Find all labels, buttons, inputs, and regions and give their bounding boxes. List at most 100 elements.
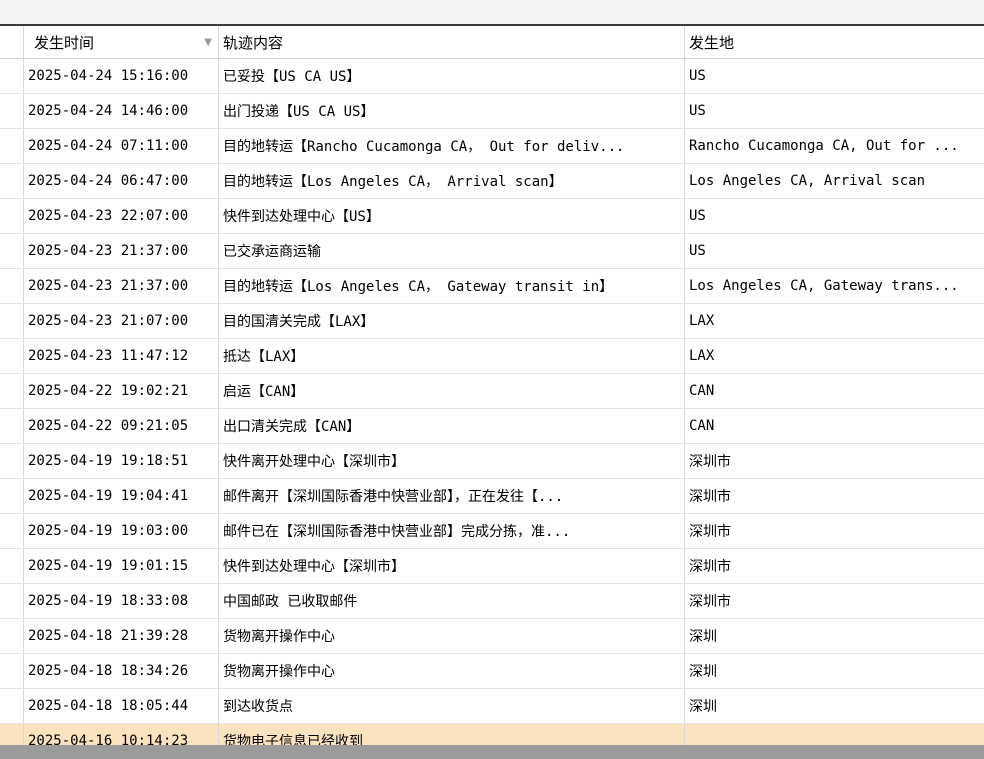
cell-time[interactable]: 2025-04-22 19:02:21 (24, 374, 219, 408)
table-row[interactable]: 2025-04-22 09:21:05 出口清关完成【CAN】 CAN (0, 409, 984, 444)
cell-content[interactable]: 已交承运商运输 (219, 234, 685, 268)
cell-time[interactable]: 2025-04-18 18:34:26 (24, 654, 219, 688)
cell-place[interactable]: CAN (685, 409, 984, 443)
row-indicator[interactable] (0, 59, 24, 93)
table-row[interactable]: 2025-04-23 21:37:00 目的地转运【Los Angeles CA，… (0, 269, 984, 304)
cell-time[interactable]: 2025-04-19 19:01:15 (24, 549, 219, 583)
column-header-time[interactable]: 发生时间 ▼ (24, 26, 219, 58)
cell-time[interactable]: 2025-04-23 21:37:00 (24, 269, 219, 303)
cell-place[interactable]: 深圳市 (685, 479, 984, 513)
row-indicator[interactable] (0, 269, 24, 303)
cell-place[interactable]: LAX (685, 339, 984, 373)
cell-content[interactable]: 出门投递【US CA US】 (219, 94, 685, 128)
cell-content[interactable]: 货物离开操作中心 (219, 654, 685, 688)
row-indicator[interactable] (0, 444, 24, 478)
table-row[interactable]: 2025-04-23 22:07:00 快件到达处理中心【US】 US (0, 199, 984, 234)
table-row[interactable]: 2025-04-19 19:01:15 快件到达处理中心【深圳市】 深圳市 (0, 549, 984, 584)
row-indicator[interactable] (0, 374, 24, 408)
table-row[interactable]: 2025-04-24 06:47:00 目的地转运【Los Angeles CA，… (0, 164, 984, 199)
table-row[interactable]: 2025-04-23 21:37:00 已交承运商运输 US (0, 234, 984, 269)
cell-time[interactable]: 2025-04-19 19:03:00 (24, 514, 219, 548)
table-row[interactable]: 2025-04-24 14:46:00 出门投递【US CA US】 US (0, 94, 984, 129)
cell-place[interactable]: US (685, 94, 984, 128)
cell-time[interactable]: 2025-04-22 09:21:05 (24, 409, 219, 443)
cell-place[interactable]: 深圳 (685, 619, 984, 653)
cell-content[interactable]: 目的地转运【Rancho Cucamonga CA， Out for deliv… (219, 129, 685, 163)
cell-time[interactable]: 2025-04-24 06:47:00 (24, 164, 219, 198)
cell-content[interactable]: 货物离开操作中心 (219, 619, 685, 653)
cell-time[interactable]: 2025-04-23 22:07:00 (24, 199, 219, 233)
row-indicator[interactable] (0, 654, 24, 688)
cell-time[interactable]: 2025-04-24 14:46:00 (24, 94, 219, 128)
row-indicator[interactable] (0, 549, 24, 583)
row-indicator[interactable] (0, 94, 24, 128)
sort-down-icon[interactable]: ▼ (204, 37, 212, 48)
cell-content[interactable]: 目的国清关完成【LAX】 (219, 304, 685, 338)
cell-time[interactable]: 2025-04-18 18:05:44 (24, 689, 219, 723)
cell-content[interactable]: 已妥投【US CA US】 (219, 59, 685, 93)
cell-time[interactable]: 2025-04-19 19:04:41 (24, 479, 219, 513)
cell-time[interactable]: 2025-04-23 21:37:00 (24, 234, 219, 268)
table-row[interactable]: 2025-04-24 07:11:00 目的地转运【Rancho Cucamong… (0, 129, 984, 164)
cell-time[interactable]: 2025-04-18 21:39:28 (24, 619, 219, 653)
cell-place[interactable]: US (685, 234, 984, 268)
cell-content[interactable]: 邮件已在【深圳国际香港中快营业部】完成分拣，准... (219, 514, 685, 548)
row-indicator[interactable] (0, 619, 24, 653)
table-row[interactable]: 2025-04-18 18:05:44 到达收货点 深圳 (0, 689, 984, 724)
row-indicator[interactable] (0, 129, 24, 163)
cell-place[interactable]: 深圳市 (685, 549, 984, 583)
cell-place[interactable]: LAX (685, 304, 984, 338)
table-row[interactable]: 2025-04-22 19:02:21 启运【CAN】 CAN (0, 374, 984, 409)
column-header-place[interactable]: 发生地 (685, 26, 984, 58)
table-row[interactable]: 2025-04-24 15:16:00 已妥投【US CA US】 US (0, 59, 984, 94)
table-row[interactable]: 2025-04-19 19:03:00 邮件已在【深圳国际香港中快营业部】完成分拣… (0, 514, 984, 549)
cell-place[interactable]: Los Angeles CA, Gateway trans... (685, 269, 984, 303)
table-row[interactable]: 2025-04-19 19:18:51 快件离开处理中心【深圳市】 深圳市 (0, 444, 984, 479)
cell-time[interactable]: 2025-04-23 11:47:12 (24, 339, 219, 373)
row-indicator[interactable] (0, 164, 24, 198)
row-indicator-header (0, 26, 24, 58)
table-row[interactable]: 2025-04-18 21:39:28 货物离开操作中心 深圳 (0, 619, 984, 654)
row-indicator[interactable] (0, 479, 24, 513)
cell-content[interactable]: 目的地转运【Los Angeles CA， Arrival scan】 (219, 164, 685, 198)
cell-place[interactable]: US (685, 59, 984, 93)
cell-place[interactable]: CAN (685, 374, 984, 408)
cell-place[interactable]: 深圳 (685, 654, 984, 688)
cell-time[interactable]: 2025-04-23 21:07:00 (24, 304, 219, 338)
cell-content[interactable]: 快件到达处理中心【深圳市】 (219, 549, 685, 583)
table-row[interactable]: 2025-04-19 19:04:41 邮件离开【深圳国际香港中快营业部】，正在发… (0, 479, 984, 514)
cell-place[interactable]: Los Angeles CA, Arrival scan (685, 164, 984, 198)
cell-content[interactable]: 抵达【LAX】 (219, 339, 685, 373)
cell-place[interactable]: 深圳市 (685, 584, 984, 618)
table-row[interactable]: 2025-04-19 18:33:08 中国邮政 已收取邮件 深圳市 (0, 584, 984, 619)
cell-time[interactable]: 2025-04-19 18:33:08 (24, 584, 219, 618)
cell-content[interactable]: 启运【CAN】 (219, 374, 685, 408)
column-header-content[interactable]: 轨迹内容 (219, 26, 685, 58)
cell-place[interactable]: US (685, 199, 984, 233)
cell-content[interactable]: 邮件离开【深圳国际香港中快营业部】，正在发往【... (219, 479, 685, 513)
cell-content[interactable]: 到达收货点 (219, 689, 685, 723)
row-indicator[interactable] (0, 199, 24, 233)
cell-time[interactable]: 2025-04-24 07:11:00 (24, 129, 219, 163)
row-indicator[interactable] (0, 409, 24, 443)
cell-place[interactable]: 深圳市 (685, 444, 984, 478)
row-indicator[interactable] (0, 304, 24, 338)
cell-place[interactable]: Rancho Cucamonga CA, Out for ... (685, 129, 984, 163)
cell-content[interactable]: 目的地转运【Los Angeles CA， Gateway transit in… (219, 269, 685, 303)
cell-content[interactable]: 出口清关完成【CAN】 (219, 409, 685, 443)
cell-content[interactable]: 中国邮政 已收取邮件 (219, 584, 685, 618)
cell-content[interactable]: 快件到达处理中心【US】 (219, 199, 685, 233)
row-indicator[interactable] (0, 234, 24, 268)
cell-time[interactable]: 2025-04-24 15:16:00 (24, 59, 219, 93)
table-row[interactable]: 2025-04-18 18:34:26 货物离开操作中心 深圳 (0, 654, 984, 689)
table-row[interactable]: 2025-04-23 11:47:12 抵达【LAX】 LAX (0, 339, 984, 374)
cell-time[interactable]: 2025-04-19 19:18:51 (24, 444, 219, 478)
row-indicator[interactable] (0, 514, 24, 548)
cell-place[interactable]: 深圳 (685, 689, 984, 723)
cell-content[interactable]: 快件离开处理中心【深圳市】 (219, 444, 685, 478)
row-indicator[interactable] (0, 584, 24, 618)
row-indicator[interactable] (0, 689, 24, 723)
table-row[interactable]: 2025-04-23 21:07:00 目的国清关完成【LAX】 LAX (0, 304, 984, 339)
cell-place[interactable]: 深圳市 (685, 514, 984, 548)
row-indicator[interactable] (0, 339, 24, 373)
